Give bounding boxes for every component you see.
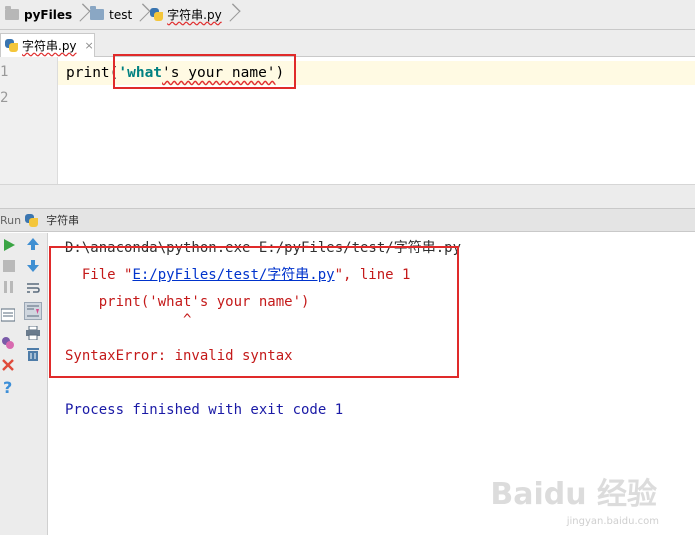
arrow-down-icon[interactable] <box>25 258 41 274</box>
close-icon[interactable] <box>0 357 16 373</box>
run-toolbar-primary: ? <box>0 233 18 535</box>
chevron-right-icon <box>76 0 86 30</box>
close-icon[interactable]: × <box>85 39 94 52</box>
breadcrumb-folder[interactable]: test <box>88 0 134 30</box>
trash-icon[interactable] <box>25 346 41 362</box>
code-func: print( <box>66 65 119 81</box>
svg-text:?: ? <box>3 379 12 395</box>
stop-icon[interactable] <box>1 258 17 274</box>
annotation-box-code <box>113 54 296 89</box>
soft-wrap-icon[interactable] <box>25 280 41 296</box>
folder-icon <box>90 6 105 20</box>
python-file-icon <box>5 39 18 52</box>
code-editor[interactable]: 1 2 print('what's your name') <box>0 57 695 184</box>
editor-tab[interactable]: 字符串.py × <box>0 33 95 57</box>
line-gutter: 1 2 <box>0 57 58 184</box>
breadcrumb: pyFiles test 字符串.py <box>0 0 695 30</box>
watermark-logo: Baidu 经验 <box>490 477 657 512</box>
breadcrumb-project[interactable]: pyFiles <box>3 0 74 30</box>
python-file-icon <box>150 8 164 21</box>
annotation-box-console <box>49 246 459 378</box>
panel-divider[interactable] <box>0 184 695 208</box>
editor-tab-bar: 字符串.py × <box>0 30 695 57</box>
python-file-icon <box>25 213 39 227</box>
ide-window: pyFiles test 字符串.py 字符串.py × 1 2 print('… <box>0 0 695 535</box>
print-icon[interactable] <box>25 325 41 341</box>
line-number: 2 <box>0 90 9 106</box>
settings-icon[interactable] <box>0 335 16 351</box>
run-panel-label: Run <box>0 213 22 227</box>
editor-tab-label: 字符串.py <box>22 39 77 53</box>
breadcrumb-project-label: pyFiles <box>24 7 73 22</box>
console-exit-message: Process finished with exit code 1 <box>65 402 344 418</box>
run-config-label[interactable]: 字符串 <box>46 212 79 228</box>
help-icon[interactable]: ? <box>0 379 16 395</box>
breadcrumb-folder-label: test <box>109 7 133 22</box>
breadcrumb-file[interactable]: 字符串.py <box>148 0 224 30</box>
chevron-right-icon <box>136 0 146 30</box>
run-panel-header: Run 字符串 <box>0 208 695 232</box>
breadcrumb-file-label: 字符串.py <box>167 8 222 22</box>
pause-icon[interactable] <box>1 279 17 295</box>
scroll-to-end-icon[interactable] <box>24 302 42 320</box>
watermark-url: jingyan.baidu.com <box>566 516 659 527</box>
folder-icon <box>5 6 19 20</box>
run-toolbar-secondary <box>18 233 48 535</box>
line-number: 1 <box>0 64 9 80</box>
rerun-icon[interactable] <box>1 237 17 253</box>
arrow-up-icon[interactable] <box>25 236 41 252</box>
dump-threads-icon[interactable] <box>0 307 16 323</box>
chevron-right-icon <box>226 0 236 30</box>
